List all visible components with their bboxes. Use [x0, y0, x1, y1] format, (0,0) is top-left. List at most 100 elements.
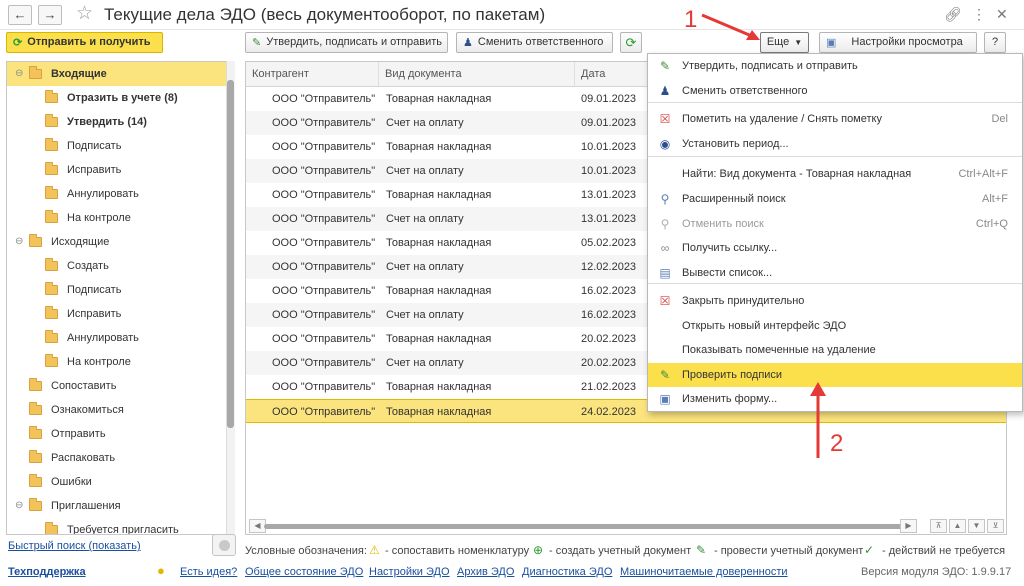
cell-doc-type: Товарная накладная: [386, 93, 492, 105]
change-responsible-button[interactable]: ♟ Сменить ответственного: [456, 32, 613, 53]
table-hscroll-thumb[interactable]: [264, 524, 904, 529]
collapse-toggle-icon[interactable]: ⊖: [15, 494, 23, 518]
link-icon[interactable]: 🔗︎: [944, 6, 962, 22]
collapse-toggle-icon[interactable]: ⊖: [15, 62, 23, 86]
menu-item-shortcut: Del: [991, 113, 1008, 125]
tree-item[interactable]: Подписать: [7, 278, 227, 302]
cell-counterparty: ООО "Отправитель": [272, 165, 376, 177]
tree-item[interactable]: Требуется пригласить: [7, 518, 227, 534]
cell-doc-type: Товарная накладная: [386, 237, 492, 249]
cell-doc-type: Счет на оплату: [386, 213, 464, 225]
tree-item[interactable]: ⊖ Исходящие: [7, 230, 227, 254]
quick-search-link[interactable]: Быстрый поиск (показать): [8, 540, 141, 552]
more-vertical-icon[interactable]: ⋮: [972, 6, 986, 22]
folder-icon: [45, 330, 58, 343]
collapse-toggle-icon[interactable]: ⊖: [15, 230, 23, 254]
approve-sign-send-button[interactable]: ✎ Утвердить, подписать и отправить: [245, 32, 448, 53]
link-icon: ∞: [660, 241, 670, 255]
tree-item-label: Входящие: [51, 68, 107, 80]
tree-item[interactable]: Создать: [7, 254, 227, 278]
tree-item[interactable]: Исправить: [7, 158, 227, 182]
tree-item[interactable]: ⊖ Приглашения: [7, 494, 227, 518]
tree-item[interactable]: Отразить в учете (8): [7, 86, 227, 110]
column-counterparty[interactable]: Контрагент: [246, 62, 379, 87]
tree-item[interactable]: Отправить: [7, 422, 227, 446]
cell-doc-type: Счет на оплату: [386, 309, 464, 321]
tree-item[interactable]: Распаковать: [7, 446, 227, 470]
scroll-right-button[interactable]: ▶: [900, 519, 917, 533]
tree-item[interactable]: Аннулировать: [7, 182, 227, 206]
tree-item[interactable]: Сопоставить: [7, 374, 227, 398]
tree-item[interactable]: Ошибки: [7, 470, 227, 494]
cell-counterparty: ООО "Отправитель": [272, 93, 376, 105]
tree-scrollbar-thumb[interactable]: [227, 80, 234, 428]
cell-date: 05.02.2023: [581, 237, 637, 249]
more-button[interactable]: Еще ▼: [760, 32, 809, 53]
star-icon[interactable]: ☆: [76, 3, 93, 25]
forward-button[interactable]: →: [38, 5, 62, 25]
menu-item[interactable]: Показывать помеченные на удаление: [648, 338, 1022, 362]
menu-item[interactable]: Открыть новый интерфейс ЭДО: [648, 314, 1022, 338]
tree-item[interactable]: Утвердить (14): [7, 110, 227, 134]
menu-item[interactable]: ◉ Установить период...: [648, 132, 1022, 156]
view-settings-button[interactable]: ▣ Настройки просмотра: [819, 32, 977, 53]
menu-item-label: Показывать помеченные на удаление: [682, 344, 876, 356]
column-doc-type[interactable]: Вид документа: [379, 62, 575, 87]
cell-date: 09.01.2023: [581, 117, 637, 129]
annotation-arrow-2: [810, 382, 826, 458]
menu-item-label: Отменить поиск: [682, 218, 764, 230]
edo-diagnostics-link[interactable]: Диагностика ЭДО: [522, 566, 612, 578]
folder-icon: [29, 234, 42, 247]
tree-item-label: Утвердить (14): [67, 116, 147, 128]
tree-item[interactable]: На контроле: [7, 206, 227, 230]
close-icon[interactable]: ✕: [996, 6, 1008, 22]
menu-item[interactable]: ∞ Получить ссылку...: [648, 236, 1022, 260]
next-page-button[interactable]: ▼: [968, 519, 985, 533]
cell-counterparty: ООО "Отправитель": [272, 189, 376, 201]
tree-item[interactable]: На контроле: [7, 350, 227, 374]
menu-item[interactable]: ⚲ Расширенный поиск Alt+F: [648, 187, 1022, 211]
edo-status-link[interactable]: Общее состояние ЭДО: [245, 566, 363, 578]
menu-item[interactable]: ✎ Утвердить, подписать и отправить: [648, 54, 1022, 78]
folder-icon: [29, 498, 42, 511]
idea-link[interactable]: Есть идея?: [180, 566, 237, 578]
cell-doc-type: Счет на оплату: [386, 117, 464, 129]
send-receive-button[interactable]: ⟳ Отправить и получить: [6, 32, 163, 53]
folder-icon: [29, 66, 42, 79]
refresh-button[interactable]: ⟳: [620, 32, 642, 53]
menu-item[interactable]: Найти: Вид документа - Товарная накладна…: [648, 162, 1022, 186]
edo-settings-link[interactable]: Настройки ЭДО: [369, 566, 450, 578]
delete-mark-icon: ☒: [659, 112, 671, 126]
menu-item[interactable]: ☒ Пометить на удаление / Снять пометку Del: [648, 107, 1022, 131]
menu-item[interactable]: ⚲ Отменить поиск Ctrl+Q: [648, 212, 1022, 236]
first-page-button[interactable]: ⊼: [930, 519, 947, 533]
tree-item-label: Исправить: [67, 164, 122, 176]
tree-item[interactable]: ⊖ Входящие: [7, 62, 227, 86]
cell-date: 21.02.2023: [581, 381, 637, 393]
menu-item[interactable]: ☒ Закрыть принудительно: [648, 289, 1022, 313]
machine-poa-link[interactable]: Машиночитаемые доверенности: [620, 566, 788, 578]
quick-search-toggle[interactable]: [212, 534, 236, 556]
support-link[interactable]: Техподдержка: [8, 566, 86, 578]
edo-archive-link[interactable]: Архив ЭДО: [457, 566, 514, 578]
folder-icon: [45, 306, 58, 319]
tree-item[interactable]: Ознакомиться: [7, 398, 227, 422]
tree-item[interactable]: Аннулировать: [7, 326, 227, 350]
refresh-icon: ⟳: [625, 34, 637, 50]
menu-item[interactable]: ▣ Изменить форму...: [648, 387, 1022, 411]
last-page-button[interactable]: ⊻: [987, 519, 1004, 533]
menu-item[interactable]: ✎ Проверить подписи: [648, 363, 1022, 387]
tree-item[interactable]: Подписать: [7, 134, 227, 158]
folder-icon: [29, 450, 42, 463]
menu-item[interactable]: ♟ Сменить ответственного: [648, 79, 1022, 103]
help-button[interactable]: ?: [984, 32, 1006, 53]
tree-item[interactable]: Исправить: [7, 302, 227, 326]
cell-counterparty: ООО "Отправитель": [272, 357, 376, 369]
prev-page-button[interactable]: ▲: [949, 519, 966, 533]
cell-date: 24.02.2023: [581, 406, 637, 418]
folder-icon: [45, 282, 58, 295]
menu-item-label: Сменить ответственного: [682, 85, 808, 97]
folder-icon: [29, 474, 42, 487]
menu-item[interactable]: ▤ Вывести список...: [648, 261, 1022, 285]
back-button[interactable]: ←: [8, 5, 32, 25]
